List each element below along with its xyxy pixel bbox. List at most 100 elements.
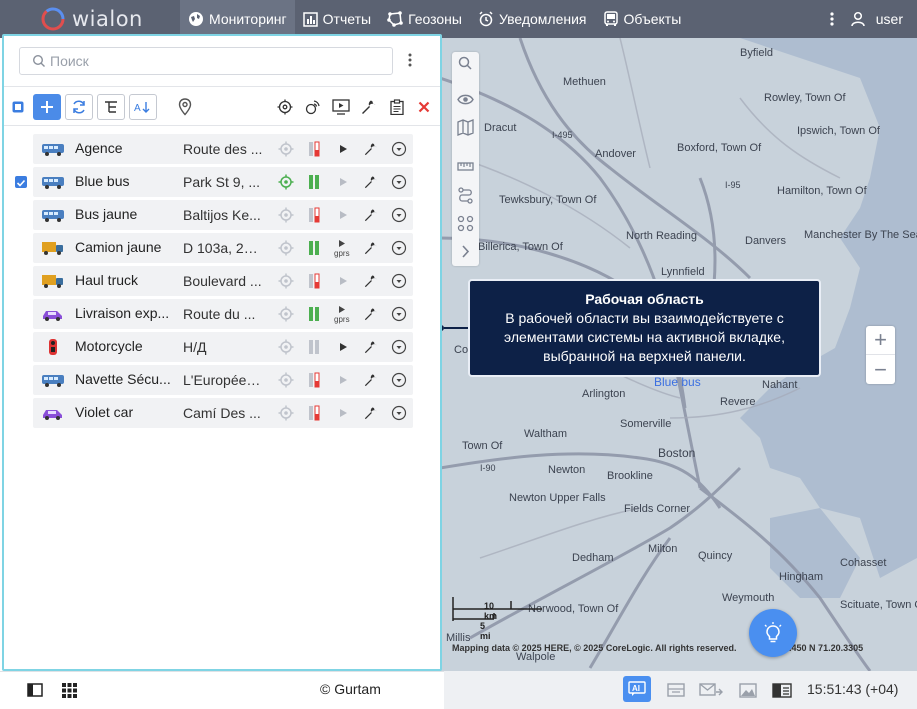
zoom-out-button[interactable]: − <box>866 355 895 384</box>
unit-checkbox[interactable] <box>15 308 27 320</box>
chevron-down-icon[interactable] <box>390 306 408 322</box>
remove-all-button[interactable] <box>416 94 432 120</box>
refresh-button[interactable] <box>65 94 93 120</box>
more-vertical-icon[interactable] <box>408 53 412 67</box>
unit-name[interactable]: Violet car <box>75 404 173 420</box>
play-icon[interactable] <box>332 174 354 190</box>
wrench-icon[interactable] <box>363 174 379 190</box>
column-reports[interactable] <box>388 94 406 120</box>
locate-icon[interactable] <box>277 273 295 289</box>
play-icon[interactable] <box>332 273 354 289</box>
locate-icon[interactable] <box>277 174 295 190</box>
unit-row[interactable]: Blue bus Park St 9, ... <box>15 167 413 197</box>
unit-name[interactable]: Livraison exp... <box>75 305 173 321</box>
wrench-icon[interactable] <box>363 405 379 421</box>
wrench-icon[interactable] <box>363 306 379 322</box>
column-video[interactable] <box>331 94 351 120</box>
unit-checkbox[interactable] <box>15 341 27 353</box>
ruler-icon[interactable] <box>457 158 474 175</box>
unit-checkbox[interactable] <box>15 209 27 221</box>
more-vertical-icon[interactable] <box>830 12 834 26</box>
unit-name[interactable]: Camion jaune <box>75 239 173 255</box>
user-icon[interactable] <box>850 11 866 27</box>
nav-reports[interactable]: Отчеты <box>295 0 379 38</box>
group-tree-button[interactable] <box>97 94 125 120</box>
unit-name[interactable]: Blue bus <box>75 173 173 189</box>
chevron-down-icon[interactable] <box>390 207 408 223</box>
play-icon[interactable] <box>332 141 354 157</box>
chevron-right-icon[interactable] <box>457 243 474 260</box>
messages-tray-button[interactable] <box>698 678 724 702</box>
chevron-down-icon[interactable] <box>390 174 408 190</box>
unit-address[interactable]: Boulevard ... <box>183 273 263 289</box>
unit-address[interactable]: Park St 9, ... <box>183 174 263 190</box>
add-unit-button[interactable] <box>33 94 61 120</box>
wrench-icon[interactable] <box>363 372 379 388</box>
toggle-panel-button[interactable] <box>25 678 45 702</box>
unit-address[interactable]: Baltijos Ke... <box>183 207 263 223</box>
play-icon[interactable] <box>332 405 354 421</box>
unit-checkbox[interactable] <box>15 374 27 386</box>
unit-row[interactable]: Haul truck Boulevard ... <box>33 266 413 296</box>
map-unit-label[interactable]: Blue bus <box>654 375 701 389</box>
zoom-in-button[interactable]: + <box>866 326 895 355</box>
nav-geofences[interactable]: Геозоны <box>379 0 470 38</box>
copyright[interactable]: © Gurtam <box>320 681 381 697</box>
locate-icon[interactable] <box>277 405 295 421</box>
nav-monitoring[interactable]: Мониторинг <box>180 0 295 38</box>
sort-button[interactable]: A <box>129 94 157 120</box>
map-icon[interactable] <box>457 119 474 136</box>
unit-name[interactable]: Haul truck <box>75 272 173 288</box>
unit-row[interactable]: Camion jaune D 103a, 26... gprs <box>33 233 413 263</box>
chevron-down-icon[interactable] <box>390 372 408 388</box>
unit-name[interactable]: Navette Sécu... <box>75 371 173 387</box>
unit-row[interactable]: Agence Route des ... <box>33 134 413 164</box>
unit-address[interactable]: Route du ... <box>183 306 263 322</box>
locate-icon[interactable] <box>277 141 295 157</box>
unit-address[interactable]: Camí Des ... <box>183 405 263 421</box>
unit-row[interactable]: Bus jaune Baltijos Ke... <box>33 200 413 230</box>
unit-row[interactable]: Motorcycle Н/Д <box>33 332 413 362</box>
wrench-icon[interactable] <box>363 339 379 355</box>
unit-address[interactable]: Route des ... <box>183 141 263 157</box>
unit-checkbox[interactable] <box>15 407 27 419</box>
nav-units[interactable]: Объекты <box>595 0 690 38</box>
wrench-icon[interactable] <box>363 240 379 256</box>
gprs-icon[interactable]: gprs <box>332 240 354 258</box>
column-connection[interactable] <box>304 94 322 120</box>
images-tray-button[interactable] <box>737 678 759 702</box>
unit-checkbox[interactable] <box>15 143 27 155</box>
locate-icon[interactable] <box>277 207 295 223</box>
user-name[interactable]: user <box>876 11 903 27</box>
unit-name[interactable]: Motorcycle <box>75 338 173 354</box>
unit-name[interactable]: Agence <box>75 140 173 156</box>
locate-icon[interactable] <box>277 372 295 388</box>
play-icon[interactable] <box>332 339 354 355</box>
unit-address[interactable]: L'Européen... <box>183 372 263 388</box>
unit-row[interactable]: Navette Sécu... L'Européen... <box>33 365 413 395</box>
locate-icon[interactable] <box>277 339 295 355</box>
locate-icon[interactable] <box>277 240 295 256</box>
events-tray-button[interactable] <box>770 678 794 702</box>
column-locate[interactable] <box>276 94 294 120</box>
play-icon[interactable] <box>332 207 354 223</box>
unit-row[interactable]: Livraison exp... Route du ... gprs <box>33 299 413 329</box>
chevron-down-icon[interactable] <box>390 273 408 289</box>
wrench-icon[interactable] <box>363 273 379 289</box>
route-icon[interactable] <box>457 187 474 204</box>
chevron-down-icon[interactable] <box>390 405 408 421</box>
chevron-down-icon[interactable] <box>390 141 408 157</box>
eye-icon[interactable] <box>457 91 474 108</box>
search-icon[interactable] <box>457 55 474 72</box>
wrench-icon[interactable] <box>363 141 379 157</box>
tips-button[interactable] <box>749 609 797 657</box>
play-icon[interactable] <box>332 372 354 388</box>
location-filter-button[interactable] <box>176 94 194 120</box>
select-all-checkbox[interactable] <box>12 94 24 120</box>
unit-checkbox[interactable] <box>15 242 27 254</box>
locate-icon[interactable] <box>277 306 295 322</box>
unit-address[interactable]: D 103a, 26... <box>183 240 263 256</box>
wrench-icon[interactable] <box>363 207 379 223</box>
search-input[interactable]: Поиск <box>19 47 393 75</box>
unit-checkbox[interactable] <box>15 275 27 287</box>
